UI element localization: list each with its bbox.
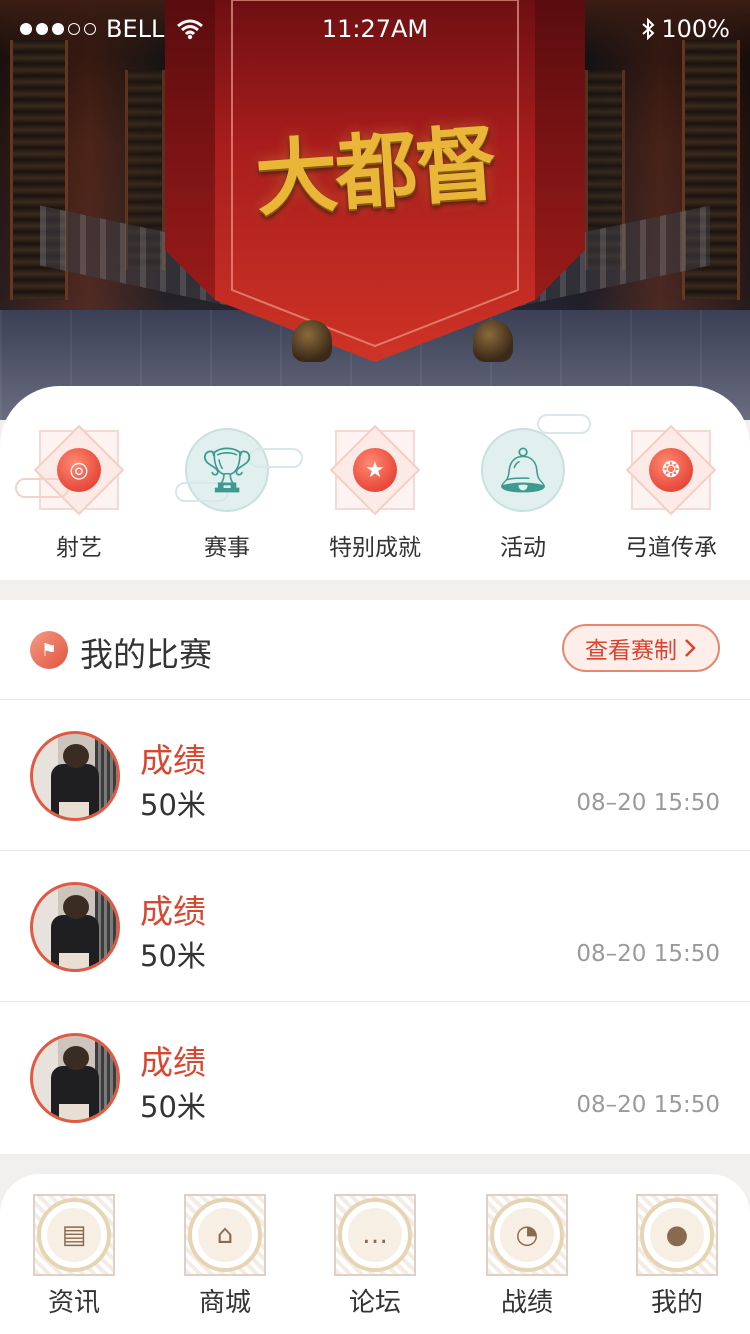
avatar — [30, 1033, 120, 1123]
nav-news[interactable]: ▤ 资讯 — [14, 1194, 134, 1319]
stone-lion-left — [292, 320, 332, 362]
match-row[interactable]: 成绩 50米 08–20 15:50 — [0, 851, 750, 1002]
view-rules-button[interactable]: 查看赛制 — [562, 624, 720, 672]
feature-label: 射艺 — [56, 535, 102, 561]
store-icon: ⌂ — [184, 1194, 266, 1276]
stats-icon: ◔ — [486, 1194, 568, 1276]
result-distance: 50米 — [140, 788, 206, 822]
heritage-icon: ❂ — [621, 420, 721, 520]
nav-stats[interactable]: ◔ 战绩 — [467, 1194, 587, 1319]
avatar — [30, 731, 120, 821]
profile-icon: ● — [636, 1194, 718, 1276]
feature-archery[interactable]: ◎ 射艺 — [5, 420, 153, 562]
feature-heritage[interactable]: ❂ 弓道传承 — [597, 420, 745, 562]
feature-activities[interactable]: 🔔︎ 活动 — [449, 414, 597, 562]
result-time: 08–20 15:50 — [576, 1092, 720, 1118]
target-icon: ◎ — [15, 420, 129, 520]
logo-title: 大都督 — [252, 115, 499, 229]
nav-label: 资讯 — [47, 1288, 100, 1318]
news-icon: ▤ — [33, 1194, 115, 1276]
result-time: 08–20 15:50 — [576, 941, 720, 967]
feature-label: 赛事 — [204, 535, 250, 561]
feature-label: 活动 — [500, 535, 546, 561]
nav-store[interactable]: ⌂ 商城 — [165, 1194, 285, 1319]
result-label: 成绩 — [140, 892, 206, 931]
bluetooth-icon — [642, 18, 655, 40]
nav-profile[interactable]: ● 我的 — [617, 1194, 737, 1319]
feature-label: 弓道传承 — [625, 535, 717, 561]
view-rules-label: 查看赛制 — [585, 638, 677, 664]
trophy-icon: 🏆︎ — [175, 420, 303, 520]
hero-banner: 大都督 — [0, 0, 750, 420]
my-matches-section: ⚑ 我的比赛 查看赛制 成绩 50米 08–20 15:50 成绩 50米 08… — [0, 600, 750, 1154]
chevron-right-icon — [685, 639, 696, 657]
section-title: 我的比赛 — [80, 635, 212, 674]
nav-label: 我的 — [650, 1288, 703, 1318]
flag-icon: ⚑ — [30, 631, 68, 669]
match-row[interactable]: 成绩 50米 08–20 15:50 — [0, 700, 750, 851]
nav-label: 商城 — [198, 1288, 251, 1318]
forum-icon: … — [334, 1194, 416, 1276]
match-row[interactable]: 成绩 50米 08–20 15:50 — [0, 1002, 750, 1153]
battery-percent: 100% — [661, 15, 730, 43]
matches-header: ⚑ 我的比赛 查看赛制 — [0, 600, 750, 700]
bottom-nav: ▤ 资讯 ⌂ 商城 … 论坛 ◔ 战绩 ● 我的 — [0, 1174, 750, 1334]
result-label: 成绩 — [140, 1043, 206, 1082]
result-distance: 50米 — [140, 939, 206, 973]
result-time: 08–20 15:50 — [576, 790, 720, 816]
nav-label: 论坛 — [348, 1288, 401, 1318]
feature-label: 特别成就 — [329, 535, 421, 561]
status-right: 100% — [641, 15, 730, 43]
clock: 11:27AM — [321, 15, 429, 43]
nav-forum[interactable]: … 论坛 — [315, 1194, 435, 1319]
medal-icon: ★ — [325, 420, 425, 520]
result-distance: 50米 — [140, 1090, 206, 1124]
feature-events[interactable]: 🏆︎ 赛事 — [153, 420, 303, 562]
status-bar: BELL 11:27AM 100% — [0, 0, 750, 58]
bell-icon: 🔔︎ — [473, 414, 591, 520]
feature-achievements[interactable]: ★ 特别成就 — [301, 420, 449, 562]
nav-label: 战绩 — [500, 1288, 553, 1318]
result-label: 成绩 — [140, 741, 206, 780]
stone-lion-right — [473, 320, 513, 362]
avatar — [30, 882, 120, 972]
feature-shortcuts: ◎ 射艺 🏆︎ 赛事 ★ 特别成就 🔔︎ 活动 ❂ 弓道传承 — [0, 386, 750, 580]
